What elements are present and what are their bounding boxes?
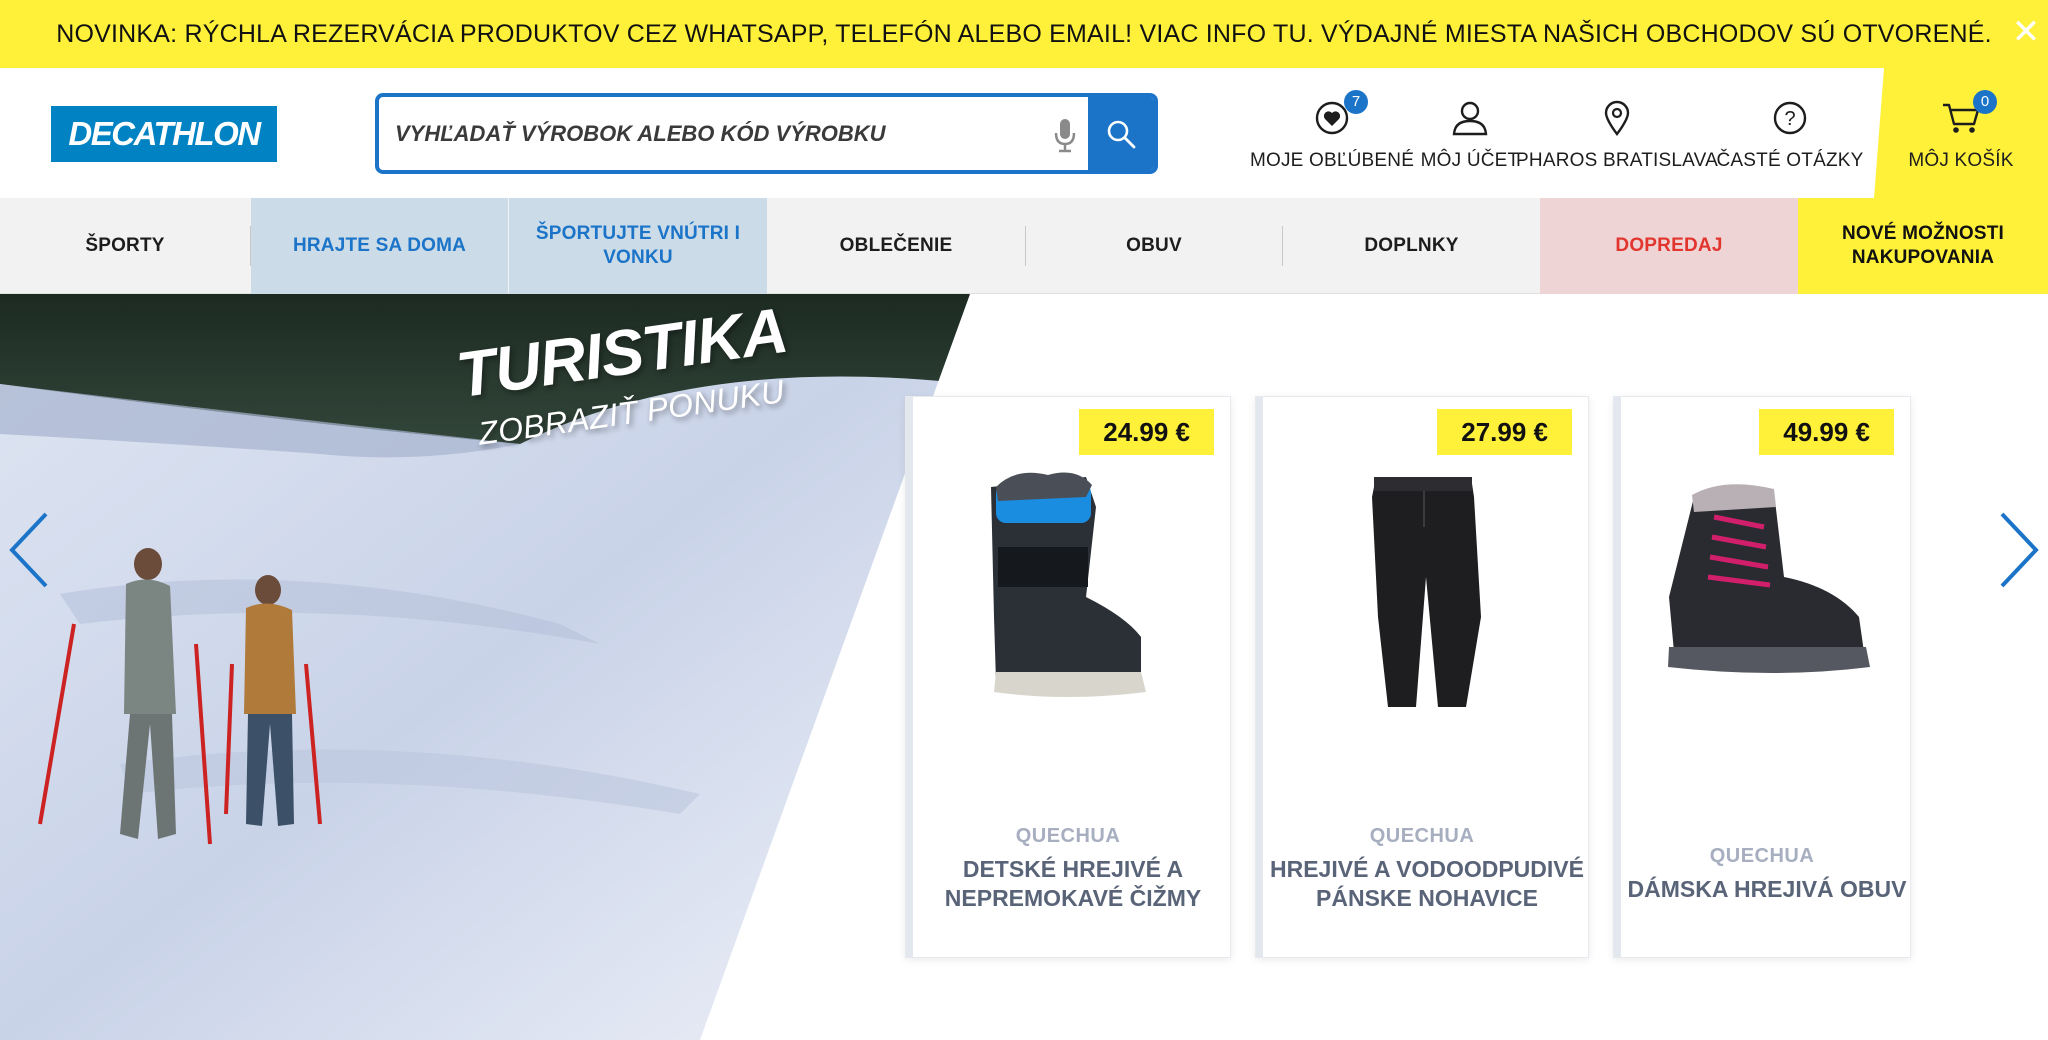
- product-title: DETSKÉ HREJIVÉ A NEPREMOKAVÉ ČIŽMY: [944, 856, 1202, 911]
- product-title: DÁMSKA HREJIVÁ OBUV: [1627, 876, 1907, 902]
- chevron-right-icon[interactable]: [1998, 510, 2042, 590]
- account-link[interactable]: MÔJ ÚČET: [1420, 96, 1520, 176]
- nav-item-doplnky[interactable]: DOPLNKY: [1283, 198, 1540, 294]
- faq-link[interactable]: ? ČASTÉ OTÁZKY: [1716, 96, 1863, 176]
- product-card[interactable]: 27.99 € QUECHUA HREJIVÉ A VODOODPUDIVÉ P…: [1255, 396, 1589, 958]
- nav-item-nove-moznosti[interactable]: NOVÉ MOŽNOSTI NAKUPOVANIA: [1798, 198, 2048, 294]
- store-link[interactable]: PHAROS BRATISLAVA: [1516, 96, 1718, 176]
- close-icon[interactable]: ✕: [2010, 15, 2042, 49]
- question-icon: ?: [1773, 101, 1807, 135]
- cart-panel: 0 MÔJ KOŠÍK: [1874, 68, 2048, 198]
- store-label: PHAROS BRATISLAVA: [1516, 150, 1718, 171]
- favorites-link[interactable]: 7 MOJE OBĽÚBENÉ: [1250, 90, 1414, 176]
- search-input[interactable]: [379, 97, 1059, 170]
- hero-banner: TURISTIKA ZOBRAZIŤ PONUKU 24.99 € QUECHU…: [0, 294, 2048, 1040]
- location-pin-icon: [1604, 100, 1630, 136]
- svg-text:?: ?: [1784, 108, 1795, 130]
- product-brand: QUECHUA: [1709, 845, 1815, 867]
- search-icon: [1107, 120, 1136, 148]
- product-image-womens-boots: [1668, 484, 1870, 673]
- product-title: HREJIVÉ A VODOODPUDIVÉ PÁNSKE NOHAVICE: [1270, 856, 1584, 911]
- product-image-kids-boots: [991, 472, 1146, 697]
- announcement-bar[interactable]: NOVINKA: RÝCHLA REZERVÁCIA PRODUKTOV CEZ…: [0, 0, 2048, 68]
- favorites-label: MOJE OBĽÚBENÉ: [1249, 150, 1415, 171]
- nav-item-obuv[interactable]: OBUV: [1026, 198, 1282, 294]
- nav-item-oblecenie[interactable]: OBLEČENIE: [767, 198, 1025, 294]
- faq-label: ČASTÉ OTÁZKY: [1716, 150, 1864, 171]
- site-header: DECATHLON 7 MOJE OBĽÚBENÉ: [0, 68, 2048, 198]
- search-box: [375, 93, 1158, 174]
- nav-item-sporty[interactable]: ŠPORTY: [0, 198, 250, 294]
- cart-link[interactable]: 0 MÔJ KOŠÍK: [1874, 90, 2048, 176]
- product-price: 49.99 €: [1759, 409, 1894, 455]
- account-label: MÔJ ÚČET: [1420, 150, 1520, 171]
- announcement-text[interactable]: NOVINKA: RÝCHLA REZERVÁCIA PRODUKTOV CEZ…: [56, 20, 1991, 49]
- product-card[interactable]: 49.99 € QUECHUA DÁMSKA HREJIVÁ OBUV: [1613, 396, 1911, 958]
- user-icon: [1452, 101, 1488, 136]
- product-image-mens-pants: [1372, 477, 1481, 707]
- product-brand: QUECHUA: [1015, 825, 1121, 847]
- decathlon-logo[interactable]: DECATHLON: [51, 106, 277, 162]
- nav-item-dopredaj[interactable]: DOPREDAJ: [1540, 198, 1798, 294]
- product-price: 27.99 €: [1437, 409, 1572, 455]
- product-price: 24.99 €: [1079, 409, 1214, 455]
- nav-item-hrajte-sa-doma[interactable]: HRAJTE SA DOMA: [251, 198, 508, 294]
- cart-label: MÔJ KOŠÍK: [1908, 150, 2014, 171]
- nav-item-sportujte-vnutri[interactable]: ŠPORTUJTE VNÚTRI I VONKU: [509, 198, 767, 294]
- favorites-count-badge: 7: [1344, 90, 1368, 114]
- microphone-icon[interactable]: [1051, 117, 1079, 153]
- main-navigation: ŠPORTY HRAJTE SA DOMA ŠPORTUJTE VNÚTRI I…: [0, 198, 2048, 294]
- cart-count-badge: 0: [1973, 90, 1997, 114]
- product-card[interactable]: 24.99 € QUECHUA DETSKÉ HREJIVÉ A NEPREMO…: [905, 396, 1231, 958]
- product-brand: QUECHUA: [1369, 825, 1475, 847]
- chevron-left-icon[interactable]: [6, 510, 50, 590]
- search-button[interactable]: [1088, 97, 1154, 170]
